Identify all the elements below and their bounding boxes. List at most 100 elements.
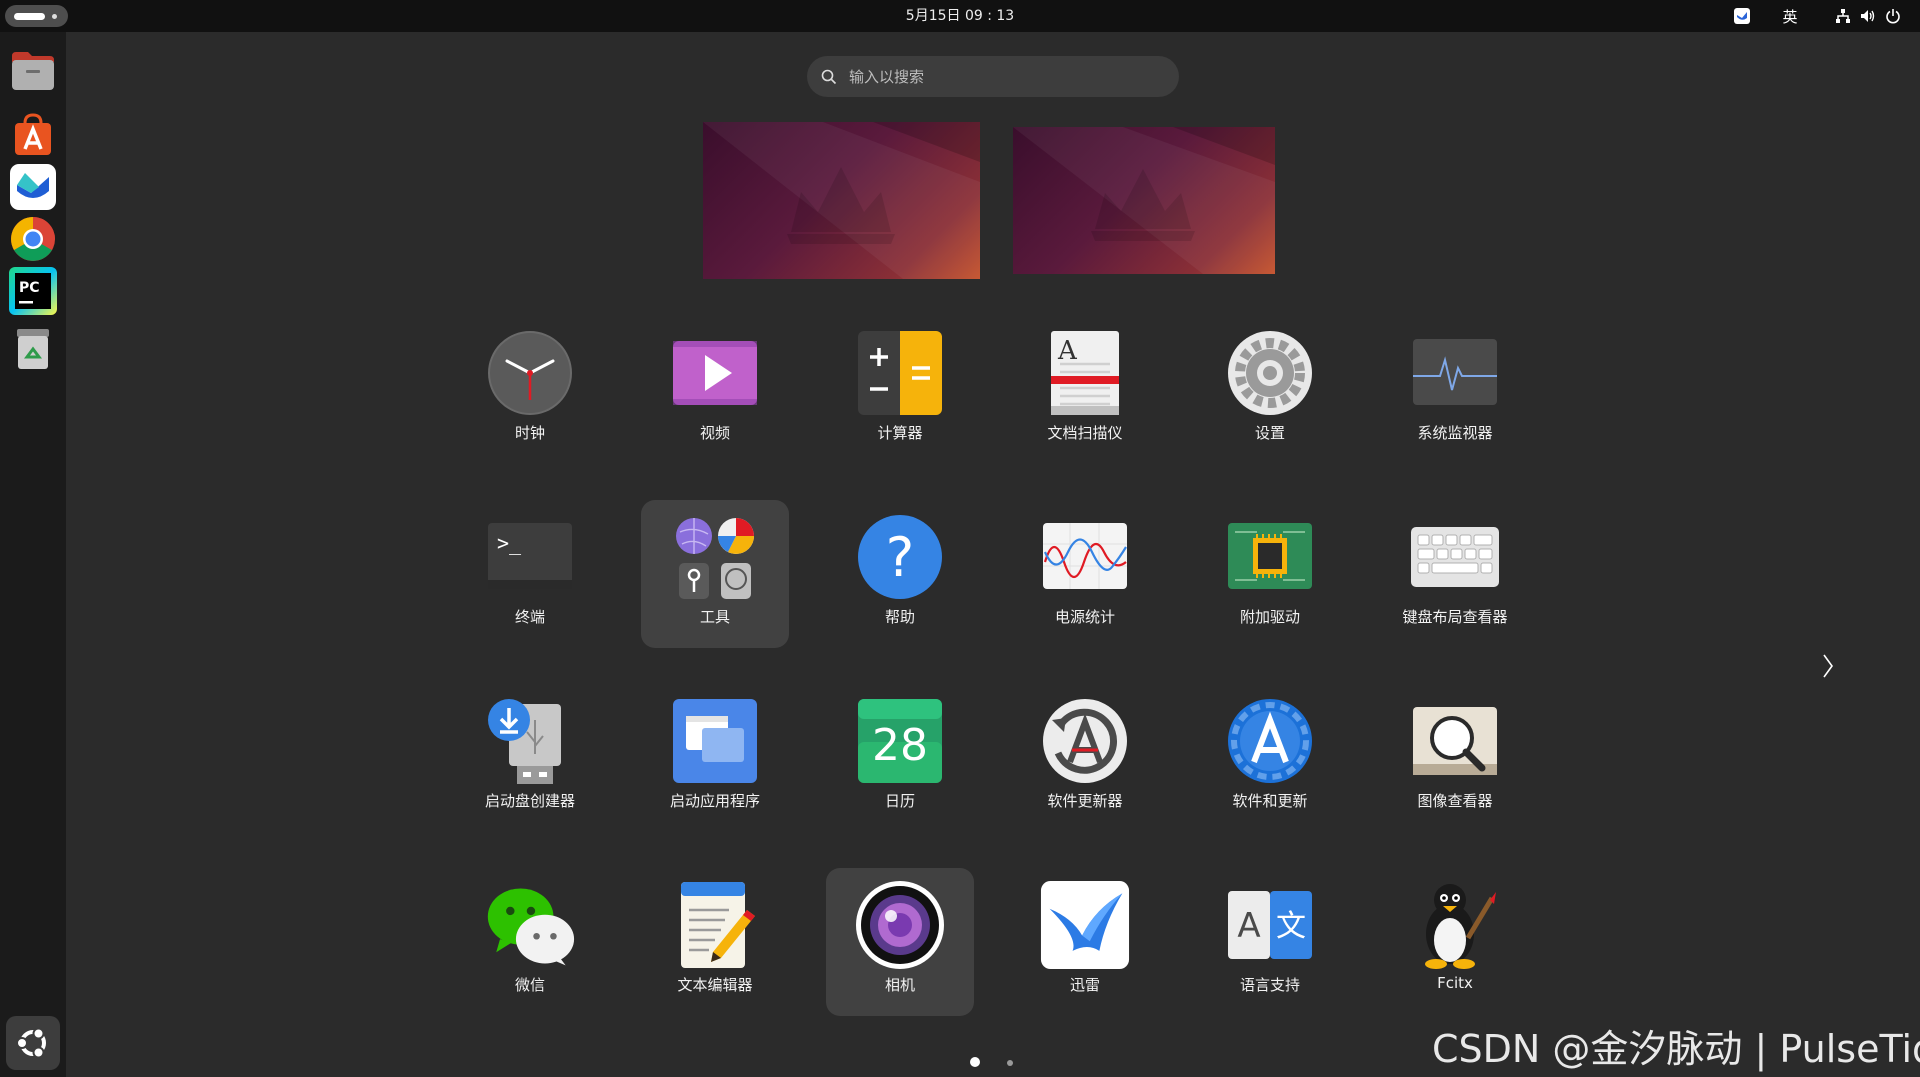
calculator-icon [858,331,942,415]
app-startup-applications[interactable]: 启动应用程序 [641,684,789,832]
image-viewer-icon [1413,707,1497,775]
app-label: 软件和更新 [1232,792,1308,810]
app-image-viewer[interactable]: 图像查看器 [1381,684,1529,832]
app-language-support[interactable]: A文 语言支持 [1196,868,1344,1016]
app-label: 文本编辑器 [677,976,753,994]
tools-folder-icon [676,518,754,599]
files-icon [12,52,54,90]
app-terminal[interactable]: >_ 终端 [456,500,604,648]
power-statistics-icon [1043,523,1127,589]
app-label: 语言支持 [1239,976,1300,994]
clock-datetime[interactable]: 5月15日 09 : 13 [0,0,1920,32]
app-keyboard-layout-viewer[interactable]: 键盘布局查看器 [1381,500,1529,648]
app-calendar[interactable]: 28 日历 [826,684,974,832]
workspace-thumbnail-2[interactable] [1013,127,1275,274]
show-apps-button[interactable] [6,1016,60,1070]
system-monitor-icon [1413,339,1497,405]
app-label: 相机 [884,976,915,994]
app-startup-disk-creator[interactable]: 启动盘创建器 [456,684,604,832]
keyboard-icon [1411,527,1499,587]
app-label: 系统监视器 [1417,424,1493,442]
calendar-icon: 28 [858,699,942,783]
svg-text:PC: PC [19,280,40,296]
app-software-updater[interactable]: 软件更新器 [1011,684,1159,832]
text-editor-icon [681,882,755,968]
app-help[interactable]: ? 帮助 [826,500,974,648]
trash-icon [17,329,49,369]
app-label: 电源统计 [1054,608,1115,626]
dock-feishu[interactable] [6,160,60,214]
svg-text:28: 28 [872,720,928,771]
svg-text:文: 文 [1276,909,1306,944]
usb-download-icon [488,699,561,784]
page-indicator-1[interactable] [970,1057,980,1067]
app-center-icon [15,113,51,155]
next-page-arrow[interactable] [1816,646,1840,686]
app-document-scanner[interactable]: A 文档扫描仪 [1011,316,1159,464]
app-text-editor[interactable]: 文本编辑器 [641,868,789,1016]
video-player-icon [673,341,757,405]
feishu-tray-icon[interactable] [1728,0,1756,32]
system-menu[interactable] [1824,0,1912,32]
terminal-icon: >_ [488,523,572,589]
page-indicator-2[interactable] [1007,1060,1013,1066]
app-label: 帮助 [884,608,915,626]
fcitx-penguin-icon [1425,884,1496,969]
language-support-icon: A文 [1228,891,1312,959]
ubuntu-logo-icon [16,1027,46,1059]
document-scanner-icon: A [1051,331,1119,415]
app-videos[interactable]: 视频 [641,316,789,464]
ubuntu-wallpaper-crown [1013,127,1275,274]
dock-trash[interactable] [6,322,60,376]
network-icon [1835,8,1851,24]
app-settings[interactable]: 设置 [1196,316,1344,464]
software-updater-icon [1043,699,1127,783]
app-xunlei[interactable]: 迅雷 [1011,868,1159,1016]
app-label: 启动盘创建器 [484,792,575,810]
dock-files[interactable] [6,44,60,98]
chrome-icon [11,217,55,261]
dock-app-center[interactable] [6,108,60,162]
app-label: 启动应用程序 [669,792,760,810]
watermark-text: CSDN @金汐脉动 | PulseTide [1432,1027,1920,1071]
svg-text:>_: >_ [497,531,522,555]
app-label: 视频 [699,424,730,442]
pycharm-icon: PC [9,267,57,315]
app-label: 图像查看器 [1417,792,1493,810]
app-clock[interactable]: 时钟 [456,316,604,464]
folder-tools[interactable]: 工具 [641,500,789,648]
ubuntu-wallpaper-crown [703,122,980,279]
app-software-and-updates[interactable]: 软件和更新 [1196,684,1344,832]
top-bar: 5月15日 09 : 13 英 [0,0,1920,32]
input-method-indicator[interactable]: 英 [1776,0,1804,32]
svg-text:A: A [1237,906,1260,946]
app-wechat[interactable]: 微信 [456,868,604,1016]
search-icon [821,69,837,84]
search-input[interactable] [847,66,1151,87]
dock-pycharm[interactable]: PC [6,264,60,318]
app-label: 终端 [514,608,545,626]
app-additional-drivers[interactable]: 附加驱动 [1196,500,1344,648]
workspace-thumbnail-1[interactable] [703,122,980,279]
power-icon [1885,8,1901,24]
camera-lens-icon [856,881,944,969]
help-icon: ? [858,515,942,599]
additional-drivers-chip-icon [1228,523,1312,589]
app-calculator[interactable]: 计算器 [826,316,974,464]
dock-chrome[interactable] [6,212,60,266]
app-label: 迅雷 [1069,976,1100,994]
app-system-monitor[interactable]: 系统监视器 [1381,316,1529,464]
app-label: 键盘布局查看器 [1402,608,1508,626]
app-label: 计算器 [877,424,923,442]
settings-gear-icon [1228,331,1312,415]
chevron-right-icon [1823,654,1833,678]
svg-text:?: ? [886,526,915,589]
app-label: 文档扫描仪 [1047,424,1123,442]
app-fcitx[interactable]: Fcitx [1381,868,1529,1016]
app-label: 工具 [699,608,730,626]
search-box[interactable] [807,56,1179,97]
app-power-statistics[interactable]: 电源统计 [1011,500,1159,648]
app-camera[interactable]: 相机 [826,868,974,1016]
app-label: 软件更新器 [1047,792,1123,810]
volume-icon [1860,8,1876,24]
